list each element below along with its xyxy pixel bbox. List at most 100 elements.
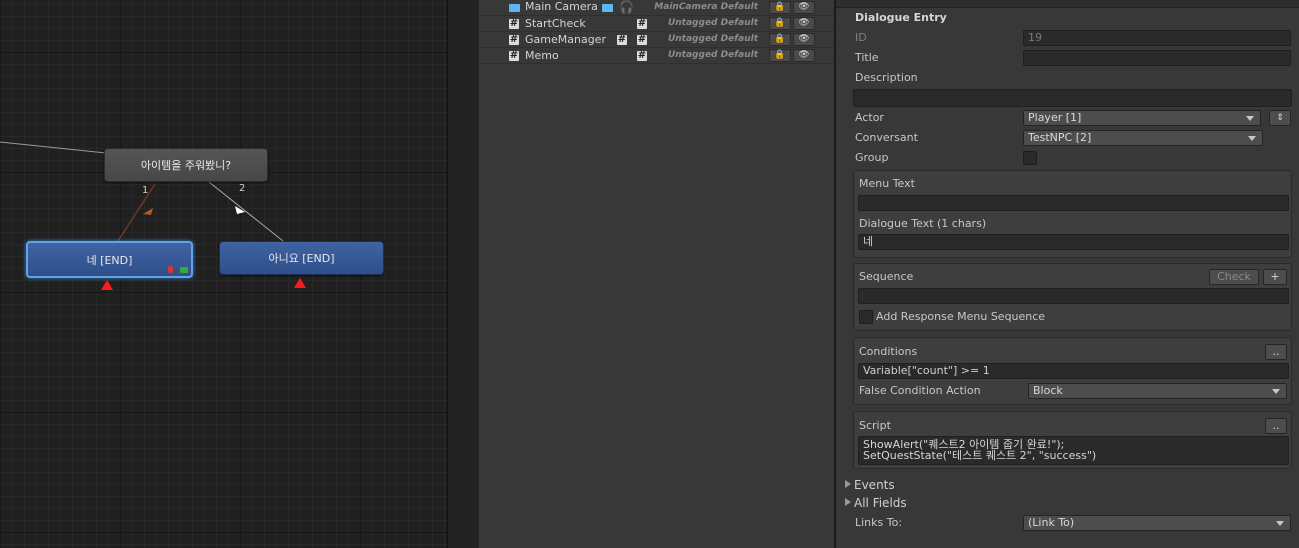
- section-title: Dialogue Entry: [855, 11, 947, 24]
- conversant-dropdown[interactable]: TestNPC [2]: [1023, 130, 1263, 146]
- script-icon: #: [509, 18, 519, 29]
- id-label: ID: [855, 31, 867, 44]
- title-field[interactable]: [1023, 50, 1291, 66]
- lock-icon[interactable]: 🔒: [769, 33, 791, 46]
- id-field: 19: [1023, 30, 1291, 46]
- script-icon: #: [637, 50, 647, 61]
- events-foldout[interactable]: Events: [845, 478, 895, 492]
- link-label-1: 1: [142, 185, 149, 196]
- script-box: Script .. ShowAlert("퀘스트2 아이템 줍기 완료!"); …: [853, 411, 1292, 469]
- actor-menu-button[interactable]: ⇕: [1269, 110, 1291, 126]
- hierarchy-row-memo[interactable]: # Memo # Untagged Default 🔒 👁: [479, 48, 834, 64]
- script-menu-button[interactable]: ..: [1265, 418, 1287, 434]
- false-condition-value: Block: [1033, 384, 1063, 397]
- menu-text-label: Menu Text: [859, 177, 915, 190]
- no-node-label: 아니요 [END]: [268, 252, 335, 265]
- hierarchy-row-gamemanager[interactable]: # GameManager # # Untagged Default 🔒 👁: [479, 32, 834, 48]
- conditions-label: Conditions: [859, 345, 918, 358]
- dialogue-text-field[interactable]: 네: [858, 234, 1289, 250]
- links-to-label: Links To:: [855, 516, 903, 529]
- no-end-node[interactable]: 아니요 [END]: [219, 241, 384, 275]
- conversant-value: TestNPC [2]: [1028, 131, 1092, 144]
- inspector-top-bar: [836, 0, 1299, 8]
- script-label: Script: [859, 419, 891, 432]
- question-node[interactable]: 아이템을 주워봤니?: [104, 148, 268, 182]
- all-fields-label: All Fields: [854, 496, 907, 510]
- description-field[interactable]: [853, 89, 1292, 107]
- object-name: Memo: [525, 49, 559, 62]
- chevron-down-icon: [1246, 116, 1254, 121]
- headphones-icon: 🎧: [619, 0, 634, 14]
- script-icon: #: [509, 50, 519, 61]
- eye-icon[interactable]: 👁: [793, 17, 815, 30]
- script-textarea[interactable]: ShowAlert("퀘스트2 아이템 줍기 완료!"); SetQuestSt…: [858, 436, 1289, 465]
- dialogue-text-label: Dialogue Text (1 chars): [859, 217, 987, 230]
- chevron-down-icon: [1272, 389, 1280, 394]
- chevron-right-icon: [845, 498, 851, 506]
- sequence-box: Sequence Check + Add Response Menu Seque…: [853, 263, 1292, 331]
- hierarchy-panel: Main Camera 🎧 MainCamera Default 🔒 👁 # S…: [479, 0, 834, 548]
- camera-icon: [509, 4, 520, 12]
- lock-icon[interactable]: 🔒: [769, 17, 791, 30]
- false-condition-dropdown[interactable]: Block: [1028, 383, 1287, 399]
- actor-value: Player [1]: [1028, 111, 1082, 124]
- object-name: StartCheck: [525, 17, 586, 30]
- incoming-link-line: [0, 141, 107, 154]
- yes-node-label: 네 [END]: [86, 253, 133, 267]
- panel-separator: [447, 0, 479, 548]
- dialogue-graph-canvas[interactable]: 아이템을 주워봤니? 1 2 네 [END] 아니요 [END]: [0, 0, 447, 548]
- sequence-field[interactable]: [858, 288, 1289, 304]
- add-response-checkbox[interactable]: [859, 310, 873, 324]
- lock-icon[interactable]: 🔒: [769, 1, 791, 14]
- conditions-menu-button[interactable]: ..: [1265, 344, 1287, 360]
- link-arrow-1: [143, 208, 153, 215]
- all-fields-foldout[interactable]: All Fields: [845, 496, 907, 510]
- add-sequence-button[interactable]: +: [1263, 269, 1287, 285]
- false-condition-label: False Condition Action: [859, 384, 981, 397]
- object-name: Main Camera: [525, 0, 598, 13]
- check-button[interactable]: Check: [1209, 269, 1259, 285]
- inspector-panel: Dialogue Entry ID 19 Title Description A…: [836, 0, 1299, 548]
- chevron-right-icon: [845, 480, 851, 488]
- question-node-label: 아이템을 주워봤니?: [140, 159, 232, 172]
- actor-label: Actor: [855, 111, 884, 124]
- chevron-down-icon: [1276, 521, 1284, 526]
- object-name: GameManager: [525, 33, 606, 46]
- script-icon: #: [637, 34, 647, 45]
- description-label: Description: [855, 71, 918, 84]
- group-checkbox[interactable]: [1023, 151, 1037, 165]
- eye-icon[interactable]: 👁: [793, 1, 815, 14]
- lock-icon[interactable]: 🔒: [769, 49, 791, 62]
- script-icon: #: [617, 34, 627, 45]
- yes-end-node[interactable]: 네 [END]: [26, 241, 193, 278]
- events-label: Events: [854, 478, 895, 492]
- script-icon: #: [637, 18, 647, 29]
- conditions-field[interactable]: Variable["count"] >= 1: [858, 363, 1289, 379]
- conditions-box: Conditions .. Variable["count"] >= 1 Fal…: [853, 337, 1292, 405]
- links-to-value: (Link To): [1028, 516, 1075, 529]
- hierarchy-row-startcheck[interactable]: # StartCheck # Untagged Default 🔒 👁: [479, 16, 834, 32]
- tag-layer-label: Untagged Default: [667, 34, 758, 44]
- tag-layer-label: Untagged Default: [667, 50, 758, 60]
- links-to-dropdown[interactable]: (Link To): [1023, 515, 1291, 531]
- sequence-label: Sequence: [859, 270, 914, 283]
- chevron-down-icon: [1248, 136, 1256, 141]
- script-icon: #: [509, 34, 519, 45]
- tag-layer-label: MainCamera Default: [654, 2, 758, 12]
- group-label: Group: [855, 151, 889, 164]
- link-label-2: 2: [239, 183, 246, 194]
- camera-icon: [602, 4, 613, 12]
- add-response-label: Add Response Menu Sequence: [876, 310, 1046, 323]
- eye-icon[interactable]: 👁: [793, 49, 815, 62]
- breakpoint-icon: [168, 266, 173, 273]
- tag-layer-label: Untagged Default: [667, 18, 758, 28]
- actor-dropdown[interactable]: Player [1]: [1023, 110, 1261, 126]
- hierarchy-row-main-camera[interactable]: Main Camera 🎧 MainCamera Default 🔒 👁: [479, 0, 834, 16]
- end-marker-icon: [294, 278, 306, 288]
- end-marker-icon: [101, 280, 113, 290]
- eye-icon[interactable]: 👁: [793, 33, 815, 46]
- link-line-2[interactable]: [208, 181, 284, 242]
- text-box: Menu Text Dialogue Text (1 chars) 네: [853, 170, 1292, 258]
- conversant-label: Conversant: [855, 131, 918, 144]
- menu-text-field[interactable]: [858, 195, 1289, 211]
